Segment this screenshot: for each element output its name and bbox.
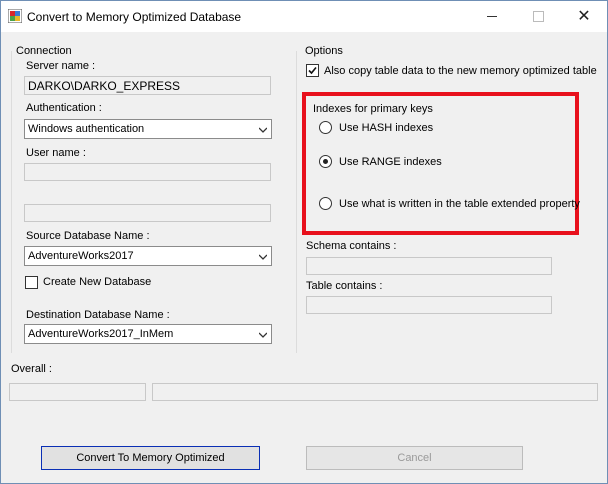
app-icon	[8, 9, 22, 23]
minimize-button[interactable]	[469, 1, 515, 32]
radio-range[interactable]	[319, 155, 332, 168]
close-icon: ✕	[577, 8, 591, 25]
server-name-field[interactable]: DARKO\DARKO_EXPRESS	[24, 76, 271, 95]
maximize-button[interactable]	[515, 1, 561, 32]
connection-group-label: Connection	[16, 45, 72, 57]
window-title: Convert to Memory Optimized Database	[27, 10, 242, 24]
cancel-button[interactable]: Cancel	[306, 446, 523, 470]
radio-extended-property[interactable]	[319, 197, 332, 210]
authentication-dropdown[interactable]: Windows authentication	[24, 119, 272, 139]
authentication-label: Authentication :	[26, 102, 102, 114]
create-new-db-label[interactable]: Create New Database	[43, 276, 151, 288]
radio-extended-property-label[interactable]: Use what is written in the table extende…	[339, 198, 580, 210]
chevron-down-icon	[259, 254, 267, 260]
copy-data-checkbox[interactable]	[306, 64, 319, 77]
checkmark-icon	[308, 66, 317, 75]
source-db-label: Source Database Name :	[26, 230, 150, 242]
dest-db-dropdown[interactable]: AdventureWorks2017_InMem	[24, 324, 272, 344]
dest-db-label: Destination Database Name :	[26, 309, 170, 321]
radio-range-label[interactable]: Use RANGE indexes	[339, 156, 442, 168]
radio-hash[interactable]	[319, 121, 332, 134]
server-name-value: DARKO\DARKO_EXPRESS	[28, 79, 181, 93]
dest-db-value: AdventureWorks2017_InMem	[28, 328, 174, 340]
radio-hash-label[interactable]: Use HASH indexes	[339, 122, 433, 134]
user-name-field[interactable]	[24, 163, 271, 181]
chevron-down-icon	[259, 332, 267, 338]
dialog-window: Convert to Memory Optimized Database ✕ C…	[0, 0, 608, 484]
password-field[interactable]	[24, 204, 271, 222]
user-name-label: User name :	[26, 147, 86, 159]
chevron-down-icon	[259, 127, 267, 133]
close-button[interactable]: ✕	[561, 1, 607, 32]
table-contains-label: Table contains :	[306, 280, 383, 292]
overall-label: Overall :	[11, 363, 52, 375]
options-group-border	[296, 51, 297, 353]
create-new-db-checkbox[interactable]	[25, 276, 38, 289]
options-group-label: Options	[305, 45, 343, 57]
table-contains-field[interactable]	[306, 296, 552, 314]
connection-group-border	[11, 51, 12, 353]
table-progress-bar	[152, 383, 598, 401]
overall-progress-bar	[9, 383, 146, 401]
copy-data-label[interactable]: Also copy table data to the new memory o…	[324, 65, 597, 77]
source-db-value: AdventureWorks2017	[28, 250, 134, 262]
title-bar: Convert to Memory Optimized Database ✕	[1, 1, 607, 32]
schema-contains-label: Schema contains :	[306, 240, 397, 252]
authentication-value: Windows authentication	[28, 123, 145, 135]
indexes-group-label: Indexes for primary keys	[313, 103, 433, 115]
server-name-label: Server name :	[26, 60, 96, 72]
convert-button[interactable]: Convert To Memory Optimized	[41, 446, 260, 470]
schema-contains-field[interactable]	[306, 257, 552, 275]
source-db-dropdown[interactable]: AdventureWorks2017	[24, 246, 272, 266]
